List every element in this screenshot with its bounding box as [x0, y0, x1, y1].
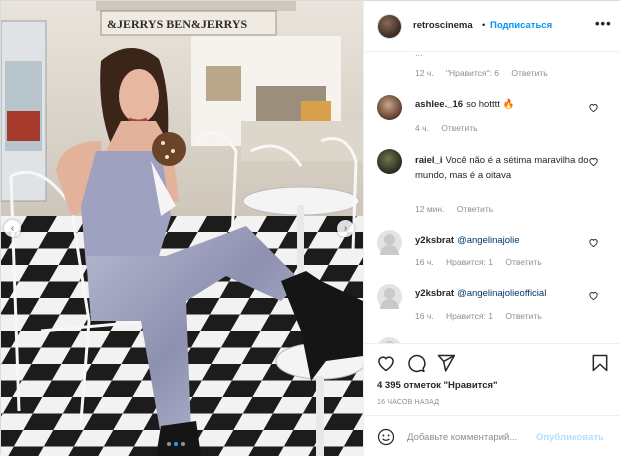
follow-button[interactable]: Подписаться	[490, 20, 552, 31]
comment-text: y2ksbrat @angelinajolieofficial	[415, 286, 593, 301]
comment-body: so hotttt 🔥	[466, 99, 515, 110]
comment-input[interactable]	[407, 429, 537, 445]
likes-count[interactable]: 4 395 отметок "Нравится"	[377, 380, 498, 391]
like-comment-heart-icon[interactable]	[588, 290, 599, 301]
add-comment-bar: Опубликовать	[364, 415, 620, 456]
like-heart-icon[interactable]	[376, 353, 396, 373]
photo-illustration: &JERRYS BEN&JERRYS	[1, 1, 363, 456]
comment-likes[interactable]: Нравится: 1	[446, 311, 493, 321]
like-comment-heart-icon[interactable]	[588, 102, 599, 113]
comment-mention[interactable]: @angelinajolie	[457, 235, 519, 246]
comment-likes[interactable]: "Нравится": 6	[446, 68, 499, 78]
author-username[interactable]: retroscinema	[413, 20, 473, 31]
save-bookmark-icon[interactable]	[590, 353, 610, 373]
comment-meta: 12 ч. "Нравится": 6 Ответить	[415, 68, 558, 78]
post-photo[interactable]: &JERRYS BEN&JERRYS ‹ ›	[1, 1, 363, 456]
comment-meta: 16 ч. Нравится: 1 Ответить	[415, 257, 552, 267]
default-avatar-icon[interactable]	[377, 284, 402, 309]
reply-button[interactable]: Ответить	[457, 204, 493, 214]
comment-username[interactable]: raiel_i	[415, 155, 442, 166]
store-sign: &JERRYS BEN&JERRYS	[107, 17, 248, 31]
comment-avatar[interactable]	[377, 149, 402, 174]
comment-time: 4 ч.	[415, 123, 429, 133]
reply-button[interactable]: Ответить	[441, 123, 477, 133]
reply-button[interactable]: Ответить	[511, 68, 547, 78]
comment-username[interactable]: y2ksbrat	[415, 235, 454, 246]
previous-photo-button[interactable]: ‹	[4, 220, 21, 237]
post-header: retroscinema • Подписаться •••	[364, 1, 620, 52]
comment-meta: 12 мин. Ответить	[415, 204, 503, 214]
comment-text: ashlee._16 so hotttt 🔥	[415, 97, 593, 112]
comment-username[interactable]: y2ksbrat	[415, 288, 454, 299]
comment-bubble-icon[interactable]	[406, 353, 426, 373]
publish-button[interactable]: Опубликовать	[536, 432, 604, 443]
author-avatar[interactable]	[377, 14, 402, 39]
next-photo-button[interactable]: ›	[337, 220, 354, 237]
comment-time: 12 мин.	[415, 204, 445, 214]
reply-button[interactable]: Ответить	[505, 257, 541, 267]
carousel-dot	[181, 442, 185, 446]
instagram-post-modal: &JERRYS BEN&JERRYS ‹ › retroscinema • По…	[0, 0, 620, 456]
comment-time: 12 ч.	[415, 68, 434, 78]
default-avatar-icon[interactable]	[377, 230, 402, 255]
comment-partial-text: ...	[415, 52, 423, 58]
emoji-icon[interactable]	[377, 428, 395, 446]
comments-list[interactable]: ... 12 ч. "Нравится": 6 Ответить ashlee.…	[364, 52, 620, 343]
reply-button[interactable]: Ответить	[505, 311, 541, 321]
comment-time: 16 ч.	[415, 311, 434, 321]
comment-mention[interactable]: @angelinajolieofficial	[457, 288, 546, 299]
post-timestamp[interactable]: 16 ЧАСОВ НАЗАД	[377, 399, 439, 406]
post-side-panel: retroscinema • Подписаться ••• ... 12 ч.…	[363, 1, 620, 456]
comment-text: raiel_i Você não é a sétima maravilha do …	[415, 153, 593, 183]
comment-meta: 16 ч. Нравится: 1 Ответить	[415, 311, 552, 321]
share-paper-plane-icon[interactable]	[436, 353, 456, 373]
post-actions: 4 395 отметок "Нравится" 16 ЧАСОВ НАЗАД	[364, 343, 620, 415]
comment-time: 16 ч.	[415, 257, 434, 267]
like-comment-heart-icon[interactable]	[588, 156, 599, 167]
comment-likes[interactable]: Нравится: 1	[446, 257, 493, 267]
separator-dot: •	[482, 20, 486, 31]
comment-username[interactable]: ashlee._16	[415, 99, 463, 110]
carousel-dot-active	[174, 442, 178, 446]
comment-meta: 4 ч. Ответить	[415, 123, 488, 133]
comment-text: y2ksbrat @angelinajolie	[415, 233, 593, 248]
carousel-dots	[167, 442, 185, 446]
more-options-icon[interactable]: •••	[595, 16, 612, 31]
carousel-dot	[167, 442, 171, 446]
like-comment-heart-icon[interactable]	[588, 237, 599, 248]
comment-avatar[interactable]	[377, 95, 402, 120]
